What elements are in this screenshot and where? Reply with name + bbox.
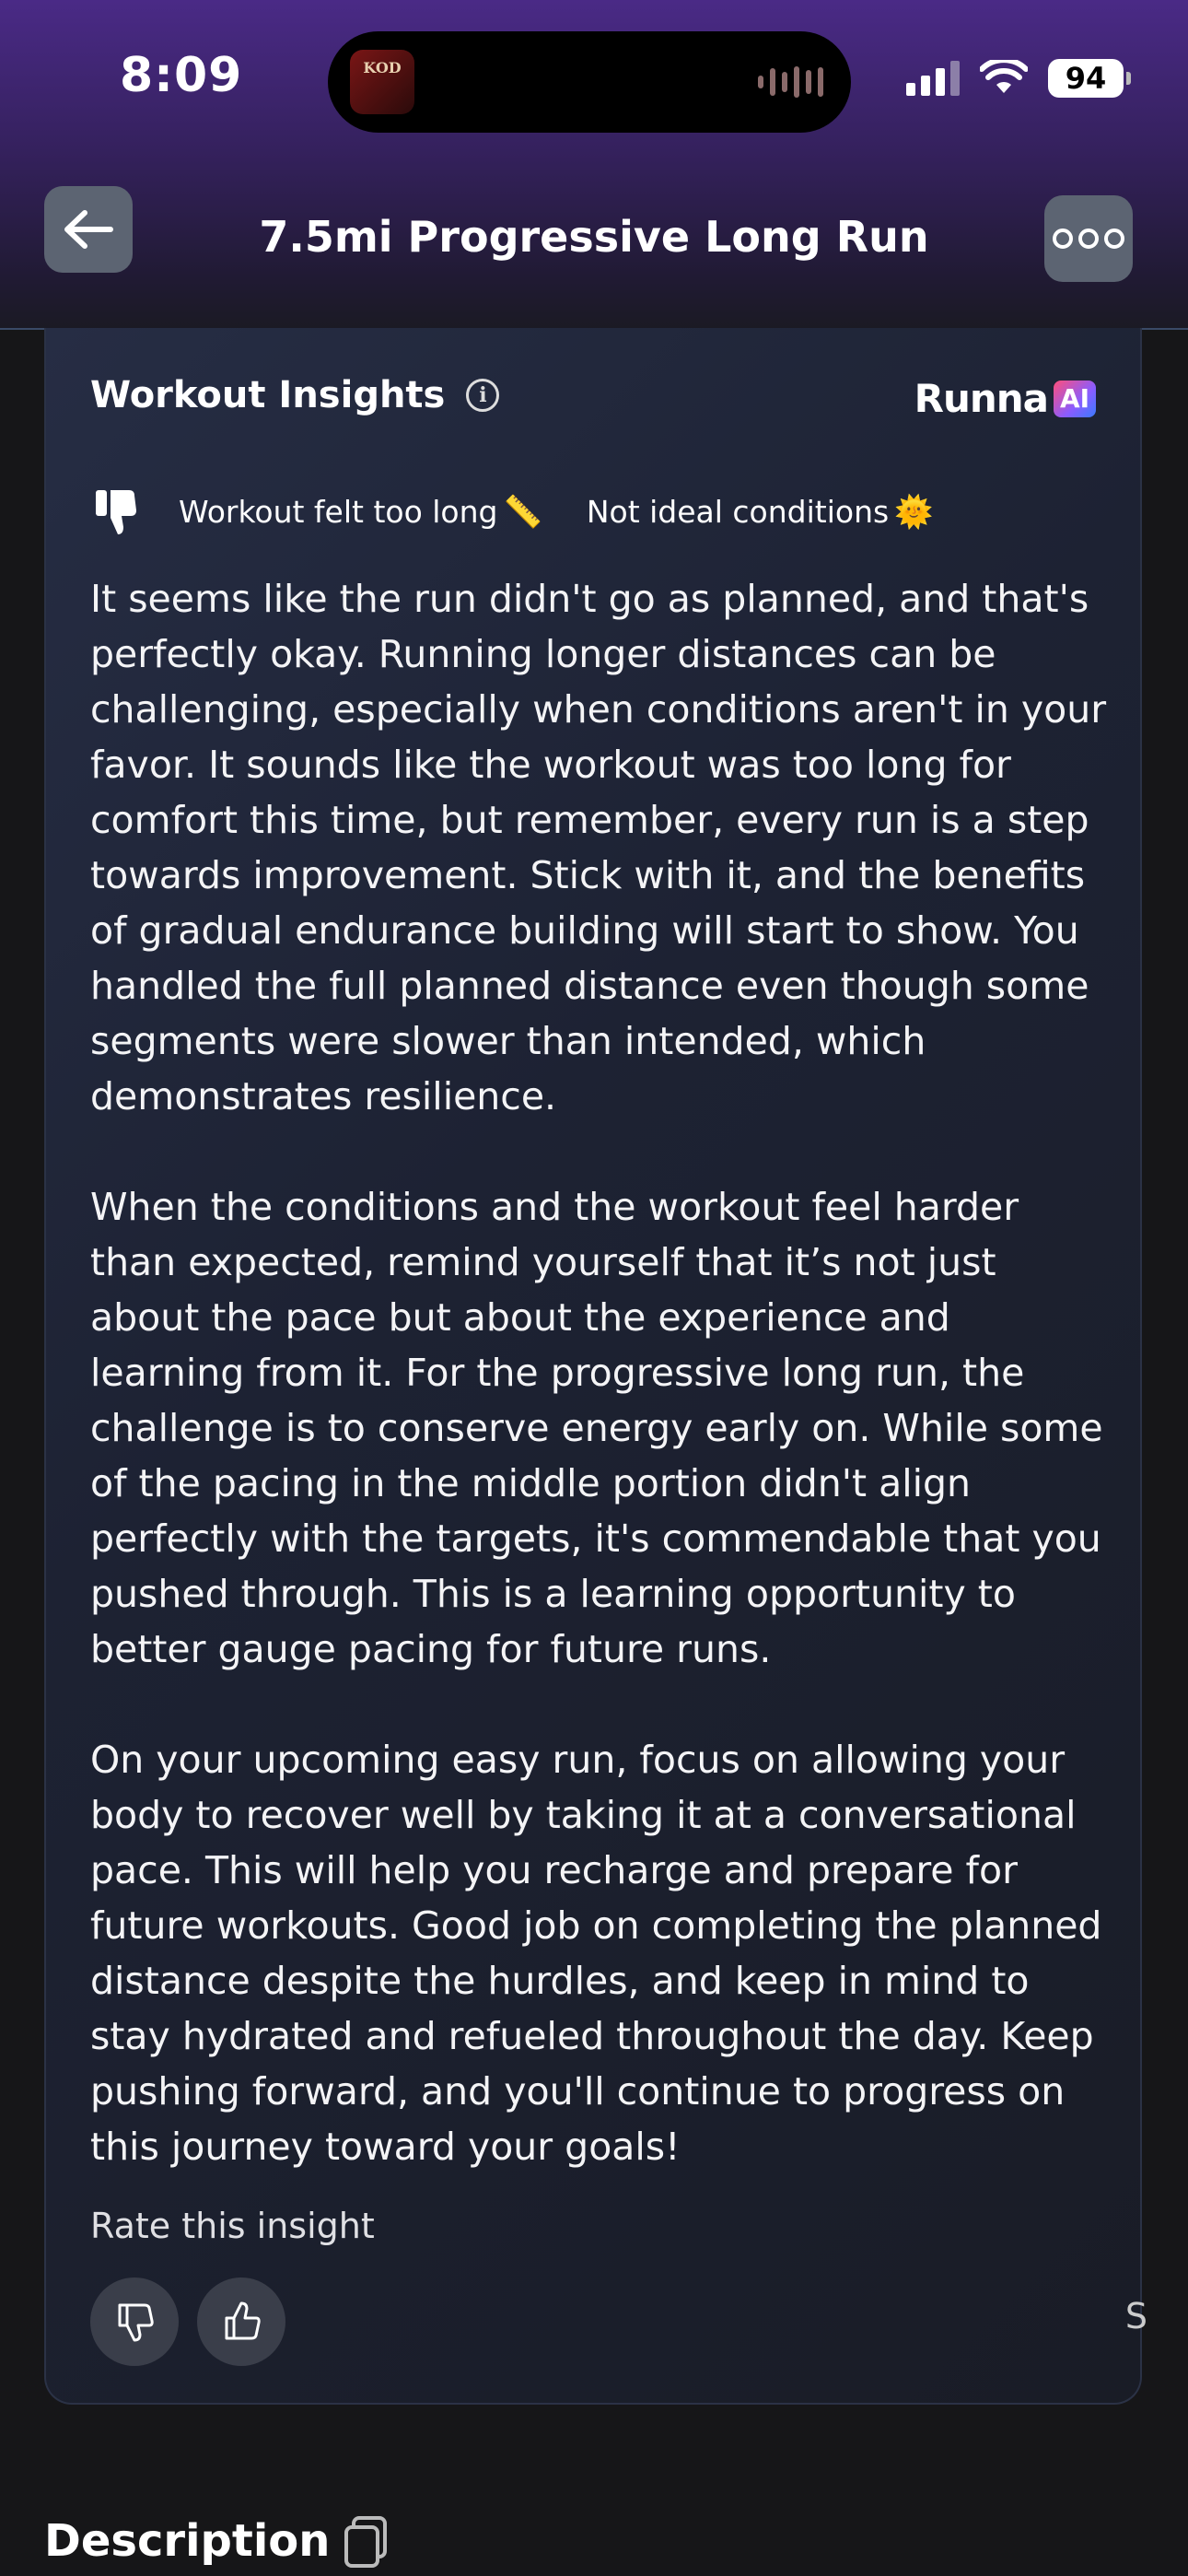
- dynamic-island[interactable]: KOD: [328, 31, 851, 133]
- feedback-tag: Workout felt too long 📏: [179, 494, 542, 531]
- now-playing-album-art: KOD: [350, 50, 414, 114]
- cellular-signal-icon: [906, 61, 960, 96]
- status-time: 8:09: [120, 48, 243, 103]
- copy-icon[interactable]: [343, 2516, 388, 2568]
- battery-indicator: 94: [1048, 59, 1131, 98]
- insight-paragraph: It seems like the run didn't go as plann…: [90, 577, 1107, 1118]
- ruler-icon: 📏: [503, 494, 542, 531]
- brand-name: Runna: [914, 376, 1049, 421]
- insight-paragraph: On your upcoming easy run, focus on allo…: [90, 1738, 1102, 2169]
- thumbs-down-icon: [118, 2303, 154, 2342]
- ellipsis-icon: [1053, 228, 1073, 249]
- rate-buttons: [90, 2277, 285, 2366]
- thumbs-up-icon: [225, 2301, 261, 2340]
- feedback-tag-label: Not ideal conditions: [586, 494, 890, 530]
- wifi-icon: [980, 60, 1028, 93]
- audio-waveform-icon: [758, 66, 823, 98]
- insights-title: Workout Insights: [90, 374, 446, 416]
- runna-ai-logo: Runna AI: [914, 376, 1096, 421]
- rate-insight-label: Rate this insight: [90, 2206, 375, 2246]
- offscreen-content-peek: S: [1124, 2296, 1147, 2336]
- status-icons: 94: [906, 59, 1131, 98]
- nav-bar: 7.5mi Progressive Long Run: [0, 184, 1188, 304]
- insights-card-header: Workout Insights i Runna AI: [90, 374, 1096, 429]
- feedback-tag-label: Workout felt too long: [179, 494, 498, 530]
- workout-feedback-row: Workout felt too long 📏 Not ideal conditi…: [90, 475, 1096, 549]
- top-header: 8:09 KOD 94 7.5mi Progressive Long Run: [0, 0, 1188, 330]
- thumbs-down-button[interactable]: [90, 2277, 179, 2366]
- workout-insights-card: Workout Insights i Runna AI Workout felt…: [44, 328, 1147, 2405]
- insight-paragraph: When the conditions and the workout feel…: [90, 1185, 1103, 1671]
- description-title: Description: [44, 2515, 331, 2567]
- feedback-tag: Not ideal conditions 🌞: [587, 494, 934, 531]
- insight-text: It seems like the run didn't go as plann…: [90, 571, 1112, 2174]
- page-title: 7.5mi Progressive Long Run: [259, 212, 929, 262]
- more-options-button[interactable]: [1044, 195, 1133, 282]
- info-icon[interactable]: i: [466, 379, 500, 412]
- ai-badge: AI: [1054, 380, 1096, 417]
- thumbs-up-button[interactable]: [197, 2277, 285, 2366]
- description-section: Description: [44, 2515, 388, 2568]
- thumbs-down-filled-icon: [96, 490, 136, 534]
- sun-icon: 🌞: [894, 494, 934, 531]
- status-bar: 8:09 KOD 94: [0, 0, 1188, 157]
